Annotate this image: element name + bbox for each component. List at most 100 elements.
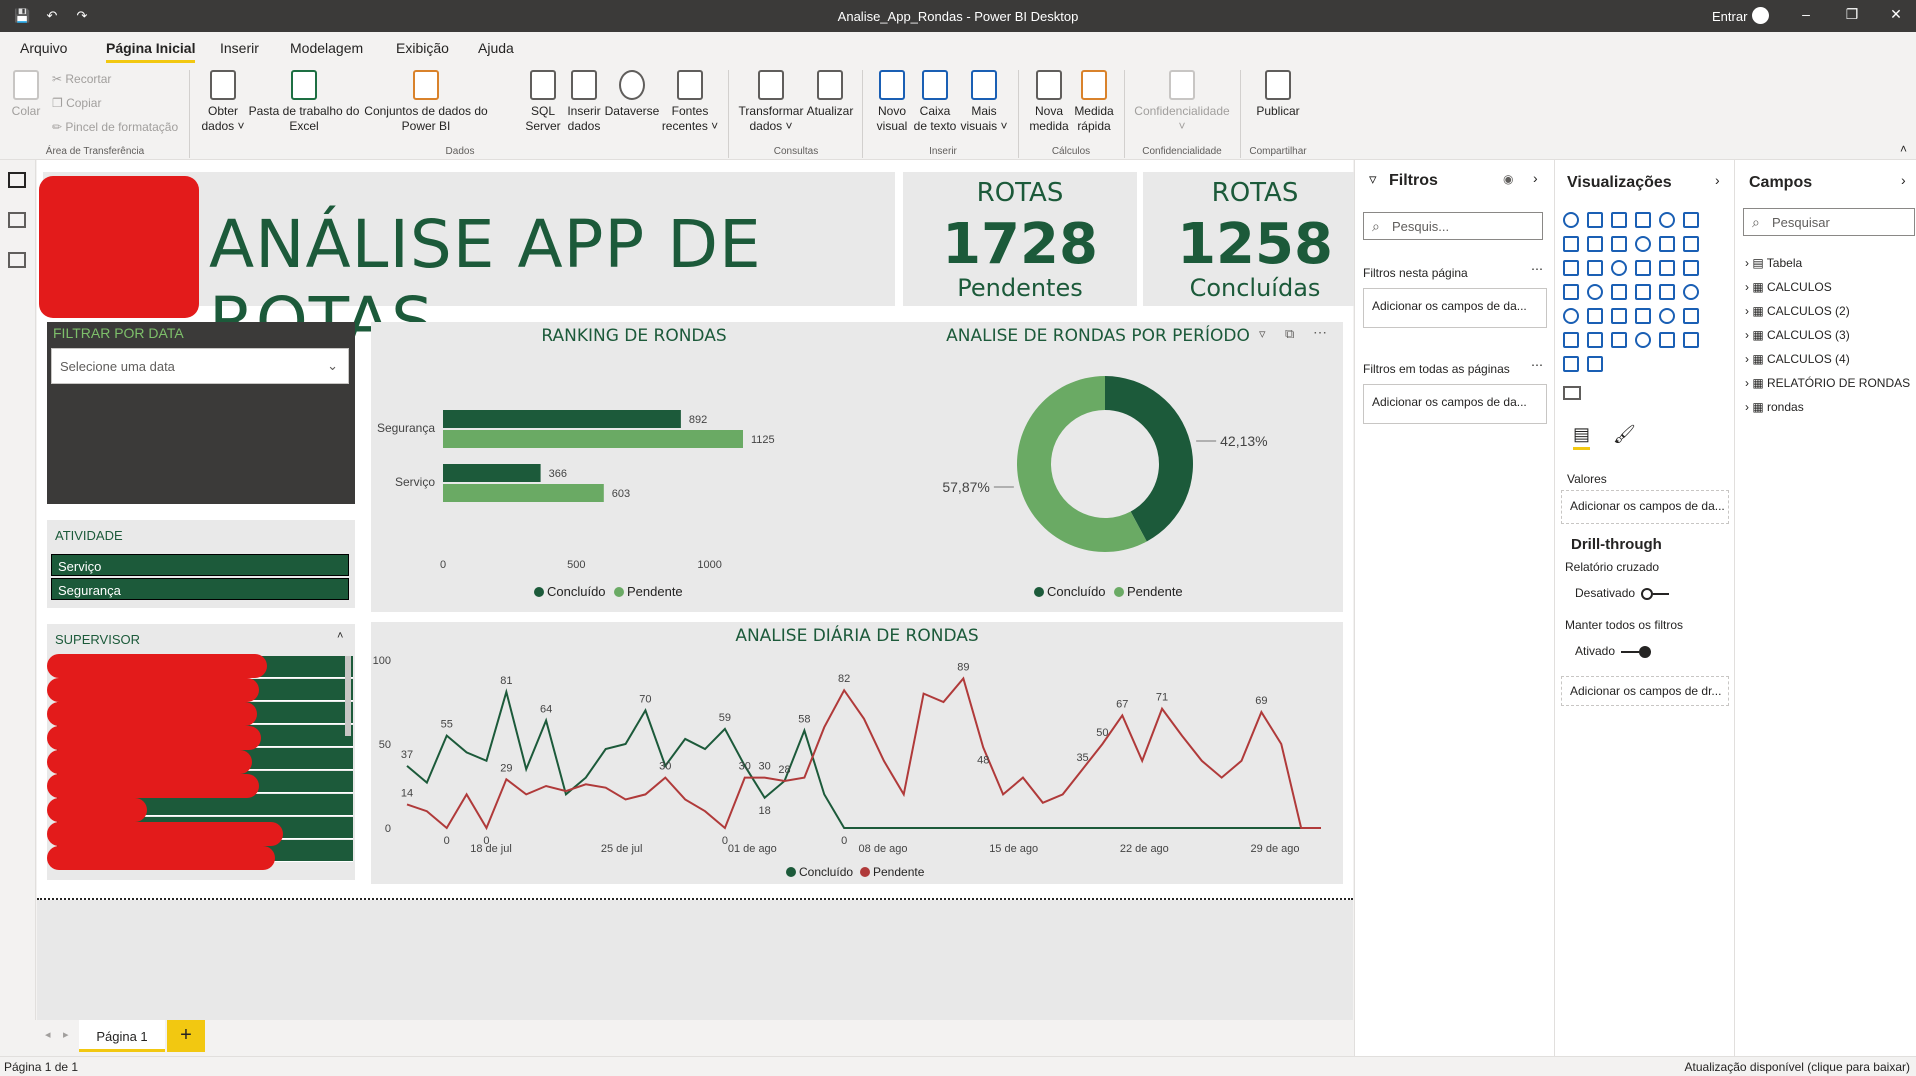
visual-type-icon[interactable] <box>1683 332 1699 348</box>
daily-line-chart[interactable]: ANALISE DIÁRIA DE RONDAS 0 50 100 18 de jul… <box>371 622 1343 884</box>
model-view-icon[interactable] <box>8 252 26 268</box>
visual-type-icon[interactable] <box>1659 284 1675 300</box>
next-page-icon[interactable]: ▸ <box>63 1028 69 1041</box>
visual-type-icon[interactable] <box>1563 284 1579 300</box>
datasets-button[interactable]: Conjuntos de dados do Power BI <box>360 70 492 134</box>
enter-data-button[interactable]: Inserir dados <box>562 70 606 134</box>
cross-report-toggle[interactable] <box>1641 588 1669 600</box>
fields-tab-icon[interactable]: ▤ <box>1573 424 1591 450</box>
visual-type-icon[interactable] <box>1611 284 1627 300</box>
sql-button[interactable]: SQL Server <box>520 70 566 134</box>
dataverse-button[interactable]: Dataverse <box>602 70 662 119</box>
publish-button[interactable]: Publicar <box>1250 70 1306 119</box>
visual-type-icon[interactable] <box>1659 236 1675 252</box>
collapse-ribbon-icon[interactable]: ˄ <box>1900 142 1907 156</box>
visual-type-icon[interactable] <box>1563 236 1579 252</box>
add-page-button[interactable]: + <box>167 1020 205 1052</box>
data-view-icon[interactable] <box>8 212 26 228</box>
cut-button[interactable]: ✂ Recortar <box>52 72 111 86</box>
fields-search-input[interactable]: ⌕ Pesquisar <box>1743 208 1915 236</box>
visual-type-icon[interactable] <box>1587 236 1603 252</box>
drill-through-well[interactable]: Adicionar os campos de dr... <box>1561 676 1729 706</box>
visual-type-icon[interactable] <box>1659 332 1675 348</box>
eye-icon[interactable]: ◉ <box>1503 172 1513 186</box>
get-data-button[interactable]: Obter dados ˅ <box>196 70 250 134</box>
ranking-chart[interactable]: RANKING DE RONDAS Segurança 892 1125 Serviç… <box>371 322 897 612</box>
avatar[interactable] <box>1752 7 1769 24</box>
visual-type-icon[interactable] <box>1659 308 1675 324</box>
close-icon[interactable]: ✕ <box>1886 6 1906 23</box>
visual-type-icon[interactable] <box>1587 260 1603 276</box>
focus-mode-icon[interactable]: ⧉ <box>1285 326 1294 342</box>
new-measure-button[interactable]: Nova medida <box>1026 70 1072 134</box>
visual-type-icon[interactable] <box>1635 308 1651 324</box>
field-table-tabela[interactable]: › ▤ Tabela <box>1745 256 1802 270</box>
visual-type-icon[interactable] <box>1683 308 1699 324</box>
collapse-vis-icon[interactable]: › <box>1715 172 1720 188</box>
menu-pagina-inicial[interactable]: Página Inicial <box>106 40 196 63</box>
minimize-icon[interactable]: – <box>1796 6 1816 22</box>
visual-type-icon[interactable] <box>1683 260 1699 276</box>
visual-type-icon[interactable] <box>1683 236 1699 252</box>
restore-icon[interactable]: ❐ <box>1842 6 1862 23</box>
menu-ajuda[interactable]: Ajuda <box>478 40 514 56</box>
visual-type-icon[interactable] <box>1635 332 1651 348</box>
menu-inserir[interactable]: Inserir <box>220 40 259 56</box>
text-box-button[interactable]: Caixa de texto <box>912 70 958 134</box>
more-options-icon[interactable]: ⋯ <box>1531 358 1543 372</box>
more-visuals-button[interactable]: Mais visuais ˅ <box>956 70 1012 134</box>
new-visual-button[interactable]: Novo visual <box>868 70 916 134</box>
refresh-button[interactable]: Atualizar <box>804 70 856 119</box>
visual-type-icon[interactable] <box>1587 308 1603 324</box>
collapse-fields-icon[interactable]: › <box>1901 172 1906 188</box>
scroll-up-icon[interactable]: ˄ <box>337 630 343 642</box>
recent-sources-button[interactable]: Fontes recentes ˅ <box>660 70 720 134</box>
visual-type-icon[interactable] <box>1611 332 1627 348</box>
python-visual-icon[interactable] <box>1563 386 1581 400</box>
slicer-item-servico[interactable]: Serviço <box>51 554 349 576</box>
menu-exibicao[interactable]: Exibição <box>396 40 449 56</box>
more-options-icon[interactable]: ⋯ <box>1531 262 1543 276</box>
visual-type-icon[interactable] <box>1563 332 1579 348</box>
field-table-calculos-4[interactable]: › ▦ CALCULOS (4) <box>1745 352 1850 366</box>
field-table-calculos[interactable]: › ▦ CALCULOS <box>1745 280 1832 294</box>
menu-arquivo[interactable]: Arquivo <box>20 40 67 56</box>
visual-type-icon[interactable] <box>1635 284 1651 300</box>
title-tile[interactable]: ANÁLISE APP DE ROTAS <box>39 172 895 360</box>
keep-filters-toggle[interactable] <box>1621 646 1651 658</box>
menu-modelagem[interactable]: Modelagem <box>290 40 363 56</box>
visual-type-icon[interactable] <box>1563 260 1579 276</box>
transform-button[interactable]: Transformar dados ˅ <box>736 70 806 134</box>
paste-button[interactable]: Colar <box>8 70 44 119</box>
visual-type-icon[interactable] <box>1659 212 1675 228</box>
visual-type-icon[interactable] <box>1683 284 1699 300</box>
field-table-rondas[interactable]: › ▦ rondas <box>1745 400 1804 414</box>
date-dropdown[interactable]: Selecione uma data ⌄ <box>51 348 349 384</box>
collapse-filters-icon[interactable]: › <box>1533 170 1538 186</box>
excel-button[interactable]: Pasta de trabalho do Excel <box>248 70 360 134</box>
visual-type-icon[interactable] <box>1611 212 1627 228</box>
values-well[interactable]: Adicionar os campos de da... <box>1561 490 1729 524</box>
field-table-calculos-2[interactable]: › ▦ CALCULOS (2) <box>1745 304 1850 318</box>
visual-type-icon[interactable] <box>1563 308 1579 324</box>
visual-type-icon[interactable] <box>1587 356 1603 372</box>
report-view-icon[interactable] <box>8 172 26 188</box>
field-table-calculos-3[interactable]: › ▦ CALCULOS (3) <box>1745 328 1850 342</box>
visual-type-icon[interactable] <box>1683 212 1699 228</box>
format-tab-icon[interactable]: 🖌 <box>1613 424 1636 445</box>
page-tab-1[interactable]: Página 1 <box>79 1020 165 1052</box>
copy-button[interactable]: ❐ Copiar <box>52 96 101 110</box>
filter-search-input[interactable]: ⌕ Pesquis... <box>1363 212 1543 240</box>
visual-type-icon[interactable] <box>1635 212 1651 228</box>
add-all-pages-filter-well[interactable]: Adicionar os campos de da... <box>1363 384 1547 424</box>
scrollbar[interactable] <box>345 656 351 736</box>
visual-type-icon[interactable] <box>1635 236 1651 252</box>
visual-type-icon[interactable] <box>1635 260 1651 276</box>
visual-type-icon[interactable] <box>1611 308 1627 324</box>
visual-type-icon[interactable] <box>1563 356 1579 372</box>
sensitivity-button[interactable]: Confidencialidade ˅ <box>1132 70 1232 134</box>
more-options-icon[interactable]: ⋯ <box>1313 324 1327 341</box>
format-painter-button[interactable]: ✏ Pincel de formatação <box>52 120 178 134</box>
field-table-relatorio[interactable]: › ▦ RELATÓRIO DE RONDAS <box>1745 376 1910 390</box>
visual-type-icon[interactable] <box>1587 332 1603 348</box>
